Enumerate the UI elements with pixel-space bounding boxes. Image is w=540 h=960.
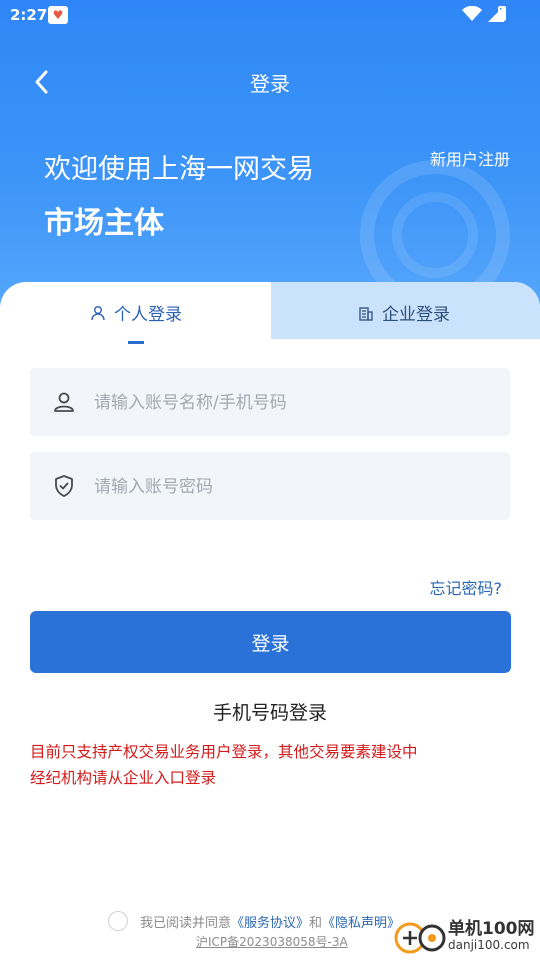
tab-company-label: 企业登录 (382, 305, 450, 325)
account-input[interactable] (92, 368, 496, 438)
agree-checkbox[interactable] (108, 911, 128, 931)
watermark: 单机100网 danji100.com (392, 918, 535, 956)
agreement-prefix: 我已阅读并同意 (140, 915, 232, 931)
market-subject-title: 市场主体 (44, 206, 164, 241)
tab-personal-login[interactable]: 个人登录 (90, 300, 182, 325)
wifi-icon (462, 6, 482, 21)
user-icon (91, 305, 105, 320)
service-agreement-link[interactable]: 《服务协议》 (231, 912, 309, 931)
shield-check-icon (55, 475, 73, 497)
welcome-text: 欢迎使用上海一网交易 (44, 154, 314, 185)
password-input[interactable] (92, 452, 496, 522)
status-time: 2:27 (10, 6, 48, 24)
notice-line-2: 经纪机构请从企业入口登录 (30, 769, 217, 787)
notice-line-1: 目前只支持产权交易业务用户登录，其他交易要素建设中 (30, 743, 418, 761)
register-link[interactable]: 新用户注册 (430, 146, 510, 170)
person-icon (54, 392, 74, 412)
status-bar: 2:27 ♥ (0, 0, 540, 30)
privacy-statement-link[interactable]: 《隐私声明》 (322, 912, 400, 931)
building-icon (359, 306, 373, 321)
watermark-text: 单机100网 danji100.com (448, 921, 535, 953)
tab-personal-label: 个人登录 (114, 305, 182, 325)
battery-icon (498, 6, 506, 21)
icp-record-link[interactable]: 沪ICP备2023038058号-3A (196, 933, 348, 950)
watermark-logo-icon (394, 922, 446, 954)
forgot-password-link[interactable]: 忘记密码? (430, 575, 503, 599)
decorative-ring-inner (392, 192, 478, 278)
watermark-url: danji100.com (448, 938, 530, 952)
agreement-and: 和 (309, 915, 323, 931)
agreement-row: 我已阅读并同意 《服务协议》 和 《隐私声明》 (108, 911, 400, 931)
account-field (30, 368, 510, 438)
active-tab-indicator (128, 341, 144, 344)
password-field (30, 452, 510, 522)
app-notification-icon: ♥ (48, 6, 68, 24)
tab-company-login[interactable]: 企业登录 (358, 300, 450, 325)
watermark-cn: 单机100网 (448, 919, 535, 939)
notice-text: 目前只支持产权交易业务用户登录，其他交易要素建设中 经纪机构请从企业入口登录 (30, 739, 510, 791)
phone-login-link[interactable]: 手机号码登录 (0, 698, 540, 725)
login-button[interactable]: 登录 (30, 611, 511, 673)
page-title: 登录 (250, 72, 290, 96)
